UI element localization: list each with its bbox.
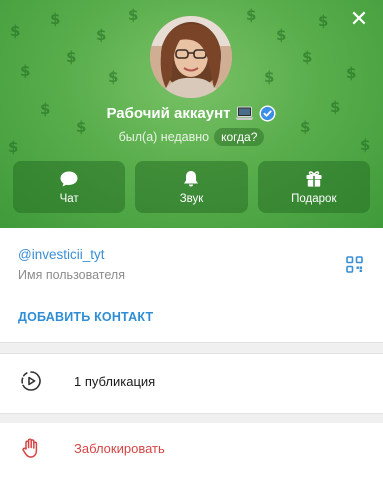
gift-label: Подарок [291,193,337,205]
money-bag-icon: $ [246,6,257,24]
block-label: Заблокировать [74,440,165,456]
username-link[interactable]: @investicii_tyt [18,247,104,262]
chat-label: Чат [59,193,79,205]
profile-name: Рабочий аккаунт [106,105,231,122]
sound-button[interactable]: Звук [135,161,248,213]
money-bag-icon: $ [128,6,139,24]
when-button[interactable]: когда? [214,128,265,146]
money-bag-icon: $ [346,64,357,82]
money-bag-icon: $ [276,26,287,44]
money-bag-icon: $ [108,68,119,86]
username-caption: Имя пользователя [18,268,125,282]
bell-icon [184,171,199,187]
avatar-photo [150,16,232,98]
publications-row[interactable]: 1 публикация [0,356,383,406]
stop-hand-icon [22,438,38,458]
money-bag-icon: $ [50,10,61,28]
profile-actions: Чат Звук Подарок [13,161,370,213]
block-row[interactable]: Заблокировать [0,423,383,473]
laptop-icon [235,106,254,120]
last-seen-status: был(а) недавно [118,130,210,144]
money-bag-icon: $ [10,22,21,40]
chat-button[interactable]: Чат [13,161,126,213]
close-button[interactable]: ✕ [349,9,369,31]
money-bag-icon: $ [302,48,313,66]
profile-info: @investicii_tyt Имя пользователя ДОБАВИТ… [0,228,383,342]
section-divider [0,342,383,354]
profile-name-row: Рабочий аккаунт [0,105,383,122]
last-seen-row: был(а) недавно когда? [0,128,383,146]
money-bag-icon: $ [318,12,329,30]
qr-code-icon[interactable] [346,256,363,273]
avatar[interactable] [150,16,232,98]
gift-button[interactable]: Подарок [257,161,370,213]
gift-icon [306,171,322,187]
chat-bubble-icon [60,171,78,187]
profile-header: $ $ $ $ $ $ $ $ $ $ $ $ $ $ $ $ $ $ $ ✕ … [0,0,383,228]
money-bag-icon: $ [20,62,31,80]
money-bag-icon: $ [96,26,107,44]
verified-icon [259,105,276,122]
money-bag-icon: $ [66,48,77,66]
sound-label: Звук [179,193,204,205]
money-bag-icon: $ [264,68,275,86]
add-contact-button[interactable]: ДОБАВИТЬ КОНТАКТ [18,310,153,324]
publications-label: 1 публикация [74,373,156,389]
stories-icon [21,371,41,391]
